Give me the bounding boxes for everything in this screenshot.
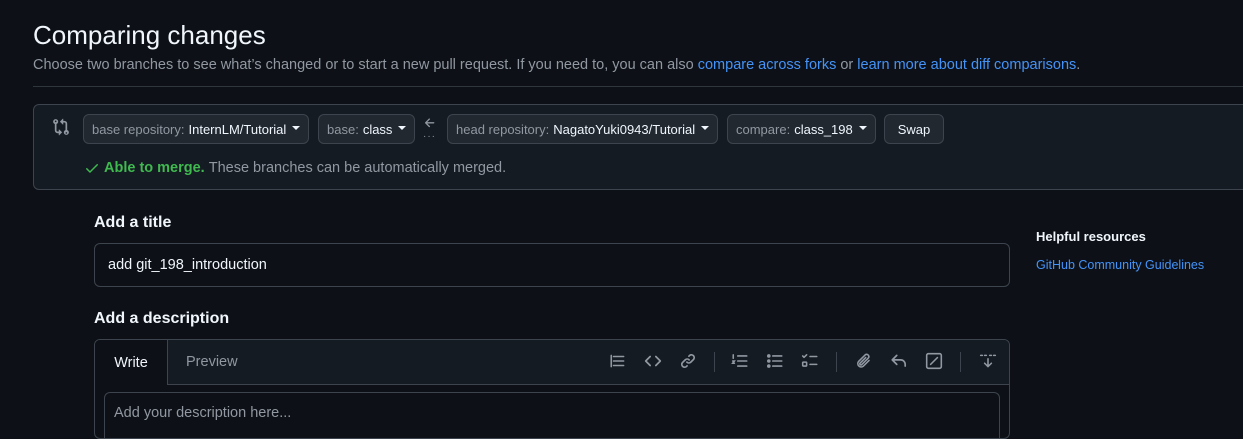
link-icon[interactable] bbox=[679, 352, 697, 370]
check-icon bbox=[86, 164, 98, 173]
description-heading: Add a description bbox=[94, 310, 230, 327]
compare-branch-value: class_198 bbox=[794, 121, 853, 137]
ellipsis-icon: ··· bbox=[423, 131, 436, 142]
base-repository-select[interactable]: base repository: InternLM/Tutorial bbox=[83, 114, 310, 144]
fold-down-icon[interactable] bbox=[979, 352, 997, 370]
unordered-list-icon[interactable] bbox=[766, 352, 784, 370]
diff-comparisons-link[interactable]: learn more about diff comparisons bbox=[857, 57, 1076, 73]
base-repository-value: InternLM/Tutorial bbox=[188, 121, 287, 137]
code-icon[interactable] bbox=[644, 352, 662, 370]
compare-branch-select[interactable]: compare: class_198 bbox=[727, 114, 876, 144]
heading-icon[interactable] bbox=[609, 352, 627, 370]
merge-status-message: These branches can be automatically merg… bbox=[208, 160, 507, 176]
helpful-resources-heading: Helpful resources bbox=[1036, 229, 1146, 244]
merge-status-label: Able to merge. bbox=[104, 160, 205, 176]
subtitle-period: . bbox=[1076, 57, 1081, 73]
tab-write[interactable]: Write bbox=[95, 340, 168, 385]
editor-toolbar: Write Preview bbox=[95, 340, 1009, 385]
base-repository-label: base repository: bbox=[92, 121, 185, 137]
compare-branch-label: compare: bbox=[736, 121, 791, 137]
title-heading: Add a title bbox=[94, 214, 172, 231]
description-textarea[interactable] bbox=[104, 392, 1000, 438]
toolbar-divider bbox=[960, 352, 961, 372]
description-editor: Write Preview bbox=[94, 339, 1010, 439]
page-title: Comparing changes bbox=[33, 20, 266, 50]
caret-down-icon bbox=[858, 126, 867, 130]
pr-title-input[interactable] bbox=[94, 243, 1010, 287]
merge-status: Able to merge. These branches can be aut… bbox=[84, 160, 506, 176]
head-repository-label: head repository: bbox=[456, 121, 550, 137]
subtitle-text: Choose two branches to see what’s change… bbox=[33, 57, 698, 73]
toolbar-divider bbox=[836, 352, 837, 372]
reply-icon[interactable] bbox=[890, 352, 908, 370]
range-editor: base repository: InternLM/Tutorial base:… bbox=[33, 104, 1243, 190]
community-guidelines-link[interactable]: GitHub Community Guidelines bbox=[1036, 258, 1204, 272]
ordered-list-icon[interactable] bbox=[731, 352, 749, 370]
page-subtitle: Choose two branches to see what’s change… bbox=[33, 57, 1080, 73]
paperclip-icon[interactable] bbox=[855, 352, 873, 370]
compare-across-forks-link[interactable]: compare across forks bbox=[698, 57, 837, 73]
task-list-icon[interactable] bbox=[801, 352, 819, 370]
toolbar-divider bbox=[714, 352, 715, 372]
swap-button[interactable]: Swap bbox=[884, 114, 944, 144]
base-branch-label: base: bbox=[327, 121, 359, 137]
caret-down-icon bbox=[398, 126, 407, 130]
diff-ignored-icon[interactable] bbox=[925, 352, 943, 370]
arrow-left-icon bbox=[424, 118, 435, 128]
git-compare-icon bbox=[53, 118, 69, 136]
head-repository-value: NagatoYuki0943/Tutorial bbox=[553, 121, 696, 137]
divider bbox=[33, 86, 1243, 87]
caret-down-icon bbox=[292, 126, 301, 130]
tab-preview[interactable]: Preview bbox=[186, 340, 238, 384]
base-branch-value: class bbox=[362, 121, 393, 137]
subtitle-or: or bbox=[836, 57, 858, 73]
caret-down-icon bbox=[701, 126, 710, 130]
head-repository-select[interactable]: head repository: NagatoYuki0943/Tutorial bbox=[447, 114, 719, 144]
base-branch-select[interactable]: base: class bbox=[318, 114, 416, 144]
